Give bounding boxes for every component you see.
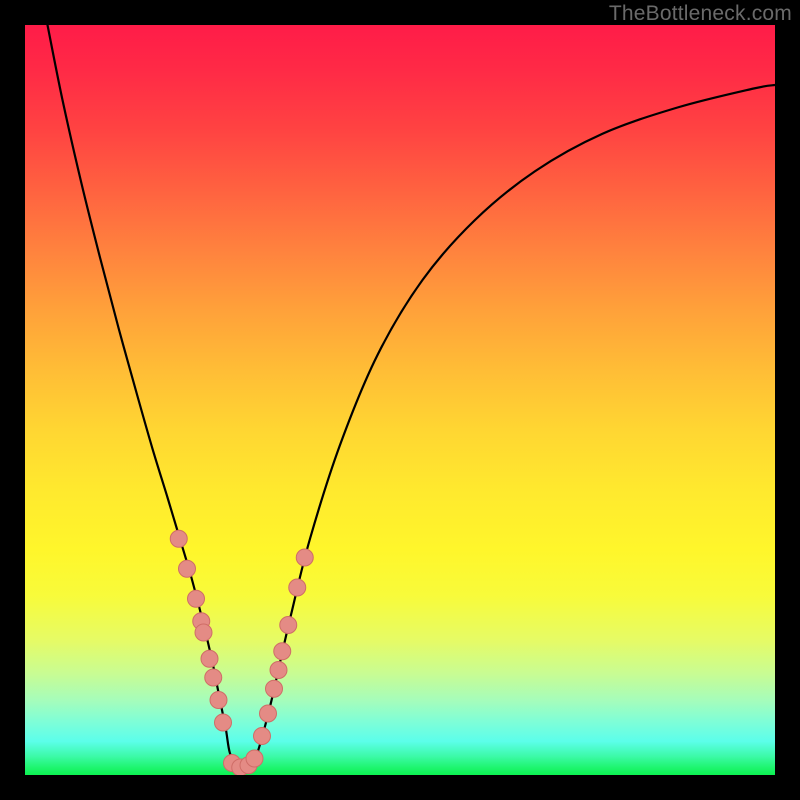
data-point: [260, 705, 277, 722]
data-point: [170, 530, 187, 547]
data-point: [274, 643, 291, 660]
chart-frame: TheBottleneck.com: [0, 0, 800, 800]
data-point: [201, 650, 218, 667]
watermark-text: TheBottleneck.com: [609, 2, 792, 26]
bottleneck-curve: [48, 25, 776, 768]
data-point: [179, 560, 196, 577]
data-point: [188, 590, 205, 607]
data-point: [246, 750, 263, 767]
data-point: [270, 662, 287, 679]
data-point: [254, 728, 271, 745]
data-point: [280, 617, 297, 634]
data-point: [266, 680, 283, 697]
data-point: [195, 624, 212, 641]
data-point: [210, 692, 227, 709]
curve-layer: [25, 25, 775, 775]
data-point: [215, 714, 232, 731]
data-point: [205, 669, 222, 686]
data-point: [296, 549, 313, 566]
plot-area: [25, 25, 775, 775]
data-point: [289, 579, 306, 596]
